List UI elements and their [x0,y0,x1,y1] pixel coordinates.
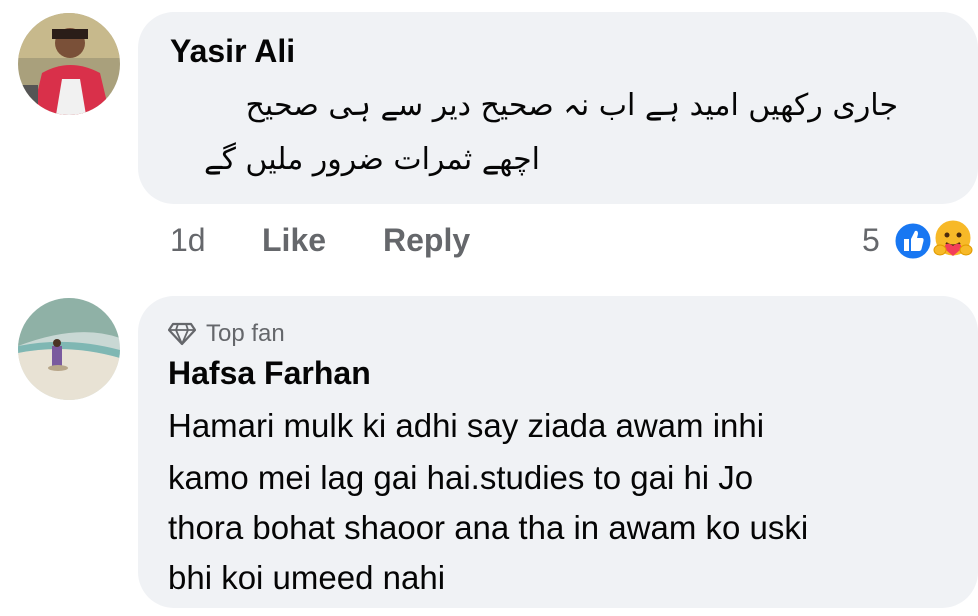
comment-author[interactable]: Yasir Ali [170,33,295,70]
like-button[interactable]: Like [262,222,326,259]
badge-label: Top fan [206,320,285,347]
comment-text-line: bhi koi umeed nahi [168,559,446,596]
diamond-icon [168,322,196,346]
care-icon[interactable] [930,216,976,262]
avatar[interactable] [18,13,120,115]
avatar[interactable] [18,298,120,400]
comment-text-line: اچھے ثمرات ضرور ملیں گے [203,142,540,177]
top-fan-badge: Top fan [168,320,285,348]
comment-text-line: Hamari mulk ki adhi say ziada awam inhi [168,407,765,444]
reaction-count[interactable]: 5 [862,222,880,259]
comment-author[interactable]: Hafsa Farhan [168,355,371,392]
like-icon[interactable] [892,220,934,262]
comment-timestamp[interactable]: 1d [170,222,206,259]
reply-button[interactable]: Reply [383,222,470,259]
comment-text-line: جاری رکھیں امید ہے اب نہ صحیح دیر سے ہی … [245,88,898,123]
comment-text-line: kamo mei lag gai hai.studies to gai hi J… [168,459,754,496]
comment-text-line: thora bohat shaoor ana tha in awam ko us… [168,509,809,546]
